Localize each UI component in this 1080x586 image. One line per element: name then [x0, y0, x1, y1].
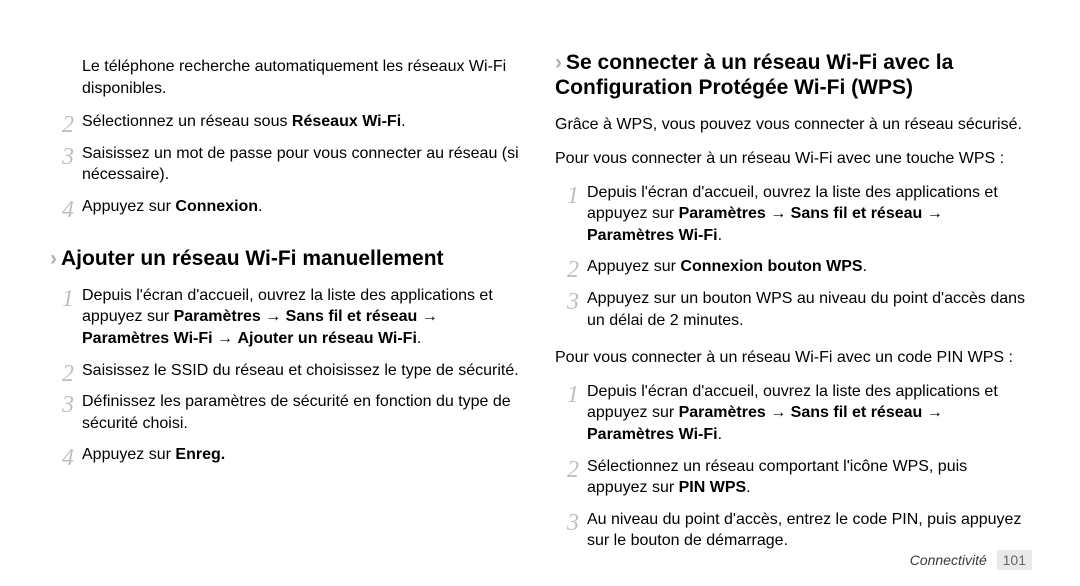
text: →	[417, 308, 437, 325]
left-steps-a: Sélectionnez un réseau sous Réseaux Wi-F…	[50, 105, 525, 227]
right-lead-1: Pour vous connecter à un réseau Wi-Fi av…	[555, 148, 1030, 170]
footer-section: Connectivité	[910, 552, 987, 568]
chevron-icon: ›	[555, 51, 562, 74]
bold-text: Connexion	[175, 198, 258, 215]
text: .	[746, 479, 750, 496]
text: .	[718, 227, 722, 244]
text: Sélectionnez un réseau sous	[82, 113, 292, 130]
right-intro: Grâce à WPS, vous pouvez vous connecter …	[555, 114, 1030, 136]
text: Appuyez sur	[82, 446, 175, 463]
text: →	[922, 404, 942, 421]
text: .	[417, 330, 421, 347]
bold-text: Paramètres	[174, 308, 261, 325]
left-heading: ›Ajouter un réseau Wi-Fi manuellement	[50, 246, 525, 271]
text: →	[922, 205, 942, 222]
left-a-step-3: Saisissez un mot de passe pour vous conn…	[50, 143, 525, 186]
right-column: ›Se connecter à un réseau Wi-Fi avec la …	[555, 50, 1030, 566]
text: →	[766, 404, 791, 421]
left-column: Le téléphone recherche automatiquement l…	[50, 50, 525, 566]
right-steps-b: Depuis l'écran d'accueil, ouvrez la list…	[555, 375, 1030, 562]
bold-text: Paramètres Wi-Fi	[587, 227, 718, 244]
text: →	[213, 330, 238, 347]
right-a-step-1: Depuis l'écran d'accueil, ouvrez la list…	[555, 182, 1030, 247]
left-b-step-2: Saisissez le SSID du réseau et choisisse…	[50, 360, 525, 382]
left-steps-b: Depuis l'écran d'accueil, ouvrez la list…	[50, 279, 525, 476]
left-a-step-2: Sélectionnez un réseau sous Réseaux Wi-F…	[50, 111, 525, 133]
right-a-step-2: Appuyez sur Connexion bouton WPS.	[555, 256, 1030, 278]
text: .	[401, 113, 405, 130]
bold-text: Paramètres Wi-Fi	[587, 426, 718, 443]
right-b-step-2: Sélectionnez un réseau comportant l'icôn…	[555, 456, 1030, 499]
text: .	[863, 258, 867, 275]
page: Le téléphone recherche automatiquement l…	[0, 0, 1080, 586]
text: →	[766, 205, 791, 222]
right-b-step-1: Depuis l'écran d'accueil, ouvrez la list…	[555, 381, 1030, 446]
chevron-icon: ›	[50, 247, 57, 270]
bold-text: Paramètres Wi-Fi	[82, 330, 213, 347]
footer-page-number: 101	[997, 550, 1032, 570]
right-a-step-3: Appuyez sur un bouton WPS au niveau du p…	[555, 288, 1030, 331]
bold-text: Enreg.	[175, 446, 225, 463]
bold-text: PIN WPS	[679, 479, 747, 496]
heading-text: Se connecter à un réseau Wi-Fi avec la C…	[555, 51, 953, 99]
left-b-step-1: Depuis l'écran d'accueil, ouvrez la list…	[50, 285, 525, 350]
text: →	[261, 308, 286, 325]
bold-text: Paramètres	[679, 404, 766, 421]
text: .	[718, 426, 722, 443]
bold-text: Ajouter un réseau Wi-Fi	[237, 330, 416, 347]
bold-text: Sans fil et réseau	[791, 205, 923, 222]
heading-text: Ajouter un réseau Wi-Fi manuellement	[61, 247, 444, 270]
left-b-step-3: Définissez les paramètres de sécurité en…	[50, 391, 525, 434]
bold-text: Réseaux Wi-Fi	[292, 113, 401, 130]
text: Appuyez sur	[587, 258, 680, 275]
text: .	[258, 198, 262, 215]
right-steps-a: Depuis l'écran d'accueil, ouvrez la list…	[555, 176, 1030, 342]
right-b-step-3: Au niveau du point d'accès, entrez le co…	[555, 509, 1030, 552]
bold-text: Sans fil et réseau	[286, 308, 418, 325]
left-a-step-4: Appuyez sur Connexion.	[50, 196, 525, 218]
left-intro: Le téléphone recherche automatiquement l…	[50, 56, 525, 99]
text: Appuyez sur	[82, 198, 175, 215]
right-lead-2: Pour vous connecter à un réseau Wi-Fi av…	[555, 347, 1030, 369]
bold-text: Connexion bouton WPS	[680, 258, 862, 275]
left-b-step-4: Appuyez sur Enreg.	[50, 444, 525, 466]
bold-text: Sans fil et réseau	[791, 404, 923, 421]
bold-text: Paramètres	[679, 205, 766, 222]
right-heading: ›Se connecter à un réseau Wi-Fi avec la …	[555, 50, 1030, 100]
text: Sélectionnez un réseau comportant l'icôn…	[587, 458, 967, 497]
page-footer: Connectivité 101	[910, 552, 1032, 568]
